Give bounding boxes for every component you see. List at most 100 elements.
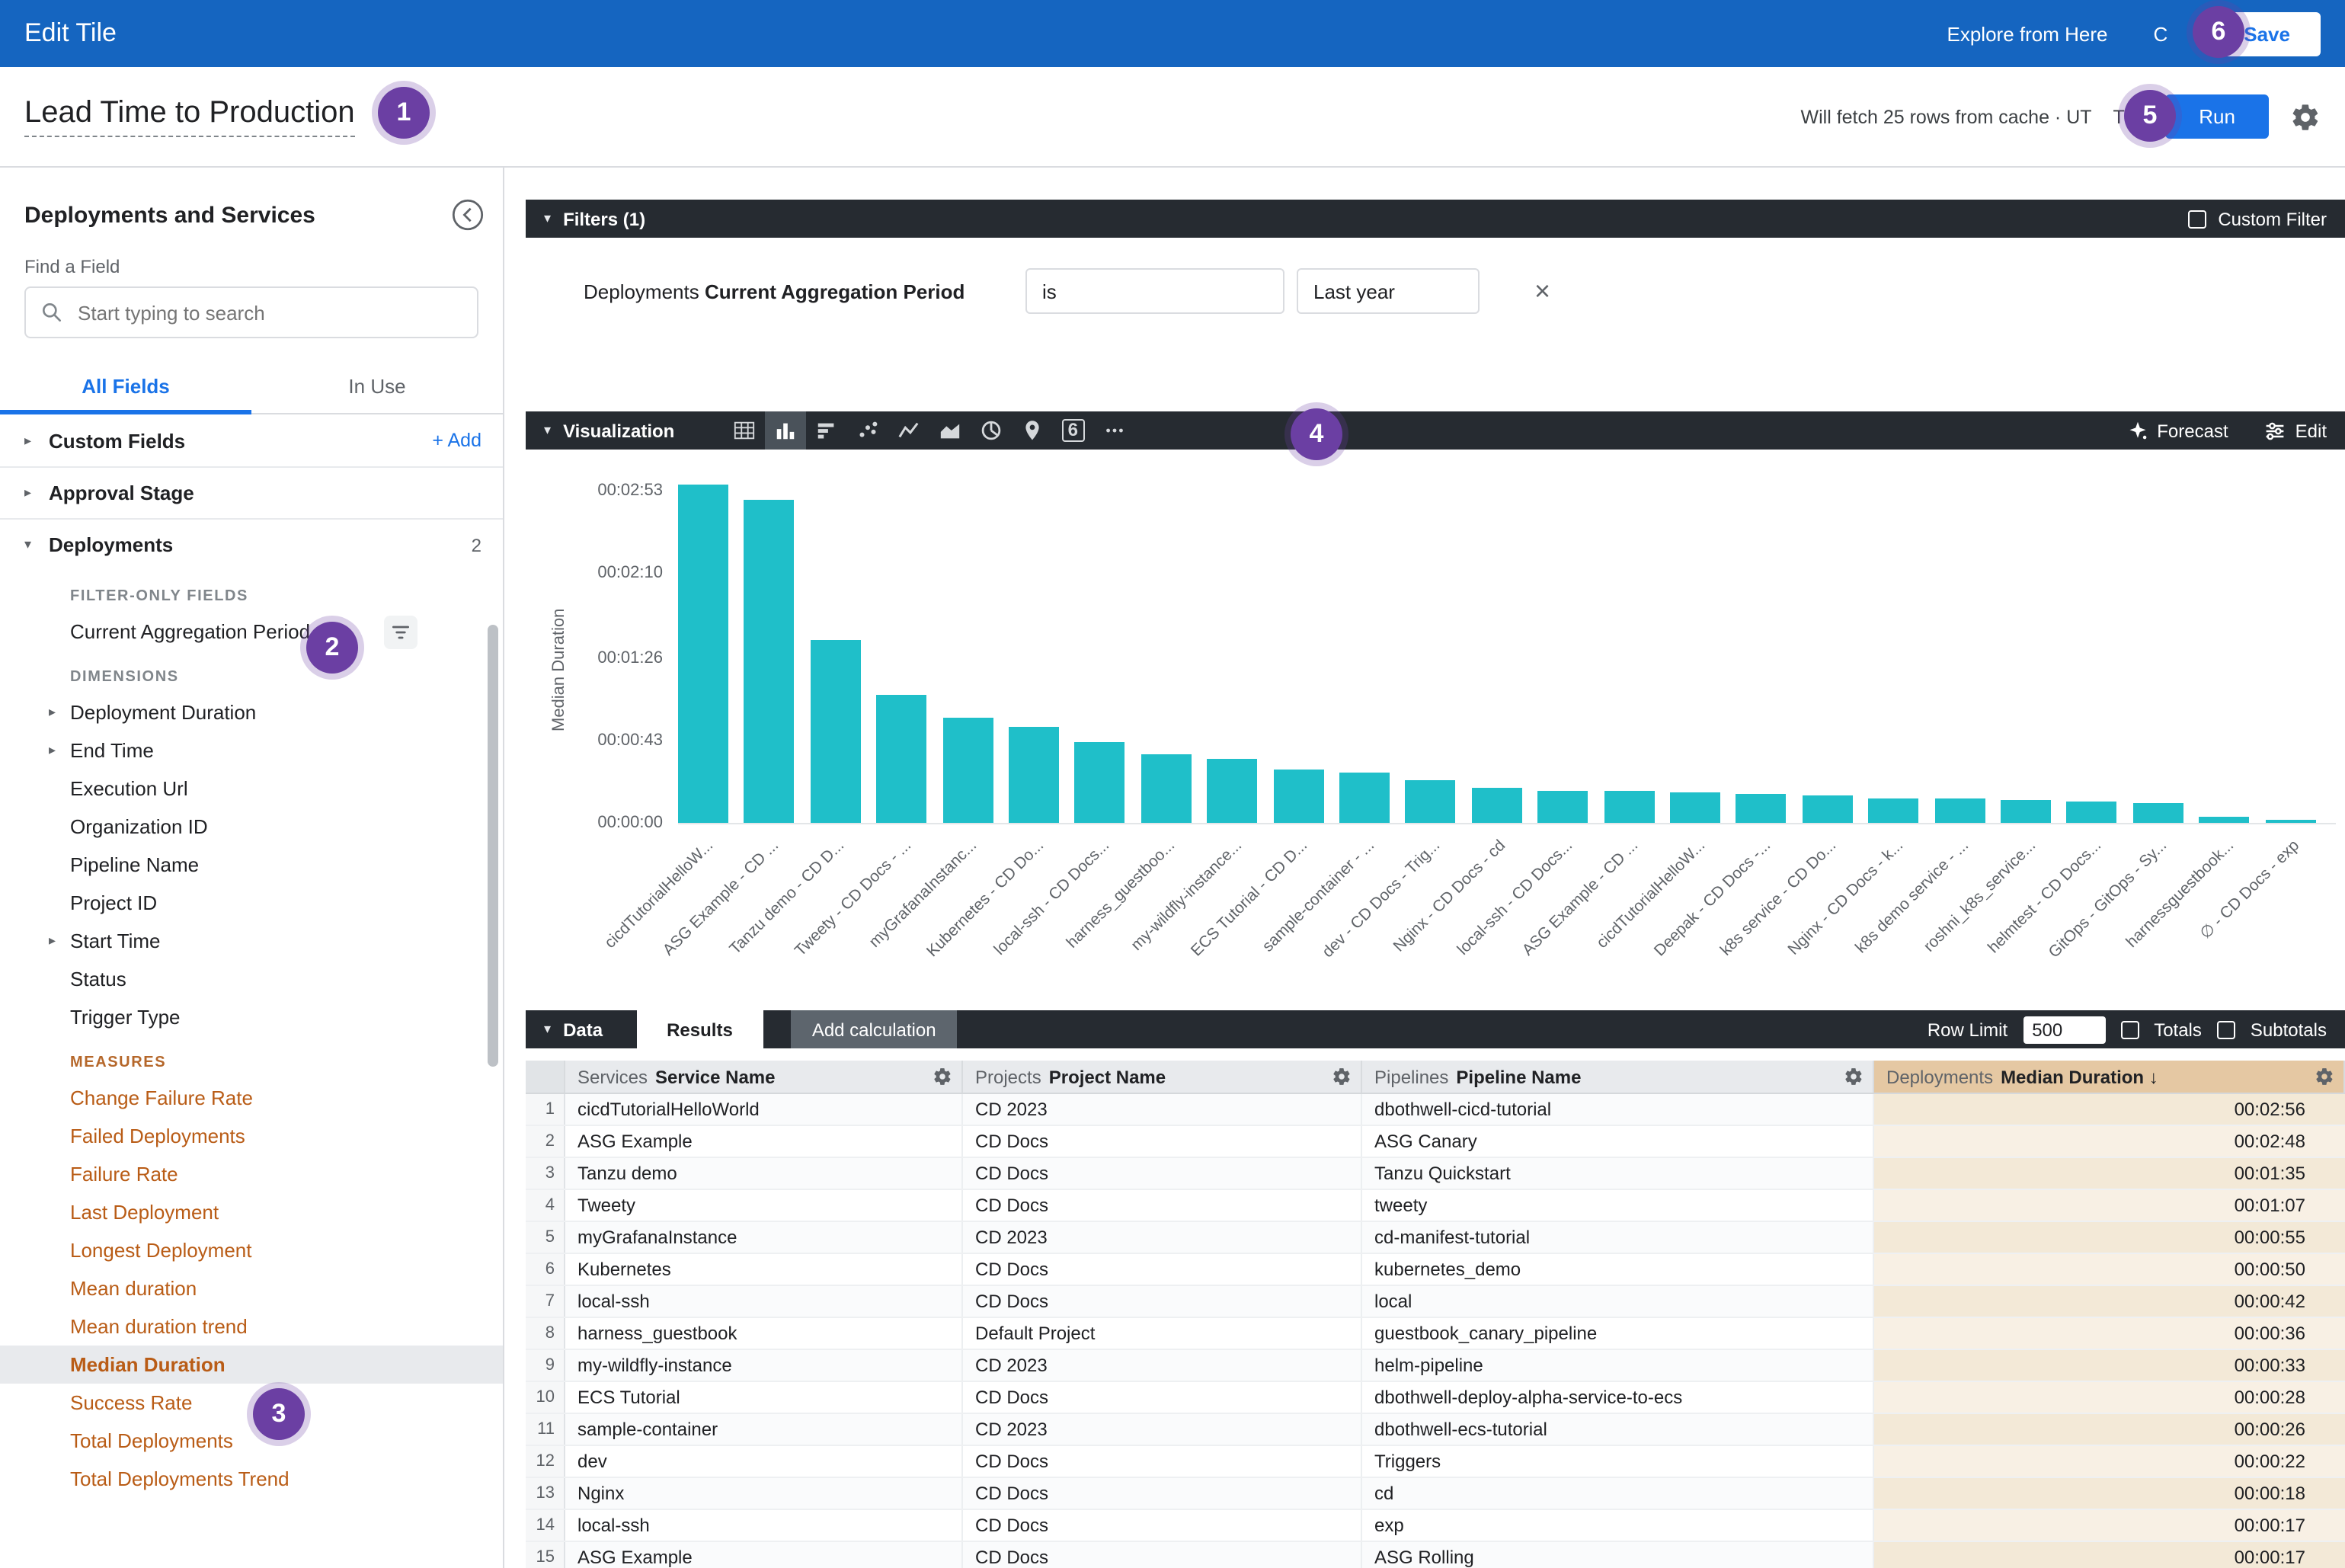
table-row[interactable]: 6KubernetesCD Docskubernetes_demo00:00:5… xyxy=(526,1254,2345,1286)
tab-in-use[interactable]: In Use xyxy=(251,360,503,413)
table-row[interactable]: 8harness_guestbookDefault Projectguestbo… xyxy=(526,1318,2345,1350)
sidebar-item-execution-url[interactable]: Execution Url xyxy=(0,770,503,808)
add-calculation-button[interactable]: Add calculation xyxy=(791,1010,958,1048)
column-header-service-name[interactable]: ServicesService Name xyxy=(565,1061,963,1093)
chart-bar[interactable] xyxy=(1339,773,1390,823)
filter-by-field-icon[interactable] xyxy=(383,615,417,648)
column-gear-icon[interactable] xyxy=(1332,1067,1352,1086)
sidebar-item-end-time[interactable]: ▸End Time xyxy=(0,731,503,770)
cancel-button[interactable]: C xyxy=(2153,22,2167,45)
sidebar-item-organization-id[interactable]: Organization ID xyxy=(0,808,503,846)
chart-bar[interactable] xyxy=(1736,794,1787,823)
sidebar-item-status[interactable]: Status xyxy=(0,960,503,998)
sidebar-item-last-deployment[interactable]: Last Deployment xyxy=(0,1193,503,1231)
area-chart-icon[interactable] xyxy=(929,411,970,450)
results-tab[interactable]: Results xyxy=(636,1010,763,1048)
chart-bar[interactable] xyxy=(1009,727,1059,823)
field-search-input[interactable] xyxy=(24,286,478,338)
chart-bar[interactable] xyxy=(1868,798,1918,823)
sidebar-item-mean-duration-trend[interactable]: Mean duration trend xyxy=(0,1307,503,1346)
column-header-median-duration[interactable]: DeploymentsMedian Duration ↓ xyxy=(1874,1061,2345,1093)
chart-bar[interactable] xyxy=(678,485,728,823)
more-icon[interactable] xyxy=(1093,411,1134,450)
tile-title-input[interactable]: Lead Time to Production xyxy=(24,96,355,137)
chevron-right-icon[interactable]: ▸ xyxy=(24,485,49,501)
sidebar-group-approval-stage[interactable]: ▸Approval Stage xyxy=(0,466,503,518)
collapse-sidebar-icon[interactable] xyxy=(451,198,485,232)
table-row[interactable]: 9my-wildfly-instanceCD 2023helm-pipeline… xyxy=(526,1350,2345,1382)
chart-bar[interactable] xyxy=(1406,781,1456,823)
table-row[interactable]: 12devCD DocsTriggers00:00:22 xyxy=(526,1446,2345,1478)
viz-collapse-caret[interactable]: ▾ xyxy=(544,422,551,439)
tab-all-fields[interactable]: All Fields xyxy=(0,360,251,413)
column-gear-icon[interactable] xyxy=(1844,1067,1864,1086)
chart-bar[interactable] xyxy=(1141,754,1192,823)
line-chart-icon[interactable] xyxy=(888,411,929,450)
chart-bar[interactable] xyxy=(2067,802,2117,823)
table-row[interactable]: 4TweetyCD Docstweety00:01:07 xyxy=(526,1190,2345,1222)
chart-bar[interactable] xyxy=(1670,792,1720,823)
chart-bar[interactable] xyxy=(744,501,795,823)
table-row[interactable]: 14local-sshCD Docsexp00:00:17 xyxy=(526,1510,2345,1542)
column-gear-icon[interactable] xyxy=(933,1067,952,1086)
bar-chart-icon[interactable] xyxy=(805,411,846,450)
forecast-button[interactable]: Forecast xyxy=(2126,420,2228,441)
totals-checkbox[interactable] xyxy=(2120,1020,2139,1038)
remove-filter-icon[interactable]: × xyxy=(1534,277,1550,305)
chart-bar[interactable] xyxy=(811,641,861,823)
table-row[interactable]: 11sample-containerCD 2023dbothwell-ecs-t… xyxy=(526,1414,2345,1446)
sidebar-item-mean-duration[interactable]: Mean duration xyxy=(0,1269,503,1307)
settings-gear-icon[interactable] xyxy=(2290,101,2321,132)
run-button[interactable]: Run xyxy=(2165,94,2269,139)
chart-bar[interactable] xyxy=(2265,819,2315,823)
table-row[interactable]: 13NginxCD Docscd00:00:18 xyxy=(526,1478,2345,1510)
sidebar-item-longest-deployment[interactable]: Longest Deployment xyxy=(0,1231,503,1269)
table-row[interactable]: 15ASG ExampleCD DocsASG Rolling00:00:17 xyxy=(526,1542,2345,1568)
chevron-right-icon[interactable]: ▸ xyxy=(24,432,49,449)
chart-bar[interactable] xyxy=(1803,796,1853,823)
sidebar-item-total-deployments[interactable]: Total Deployments xyxy=(0,1422,503,1460)
sidebar-item-total-deployments-trend[interactable]: Total Deployments Trend xyxy=(0,1460,503,1498)
sidebar-item-start-time[interactable]: ▸Start Time xyxy=(0,922,503,960)
sidebar-item-success-rate[interactable]: Success Rate xyxy=(0,1384,503,1422)
scatter-icon[interactable] xyxy=(846,411,888,450)
table-icon[interactable] xyxy=(723,411,764,450)
custom-filter-checkbox[interactable] xyxy=(2187,210,2206,228)
pie-chart-icon[interactable] xyxy=(970,411,1011,450)
table-row[interactable]: 2ASG ExampleCD DocsASG Canary00:02:48 xyxy=(526,1126,2345,1158)
table-row[interactable]: 3Tanzu demoCD DocsTanzu Quickstart00:01:… xyxy=(526,1158,2345,1190)
chart-bar[interactable] xyxy=(942,717,993,823)
row-limit-input[interactable] xyxy=(2023,1016,2105,1043)
chart-bar[interactable] xyxy=(1273,769,1323,823)
table-row[interactable]: 5myGrafanaInstanceCD 2023cd-manifest-tut… xyxy=(526,1222,2345,1254)
sidebar-item-current-aggregation-period[interactable]: Current Aggregation Period xyxy=(0,613,503,651)
sidebar-item-pipeline-name[interactable]: Pipeline Name xyxy=(0,846,503,884)
chart-bar[interactable] xyxy=(1472,789,1522,823)
sidebar-item-change-failure-rate[interactable]: Change Failure Rate xyxy=(0,1079,503,1117)
chart-bar[interactable] xyxy=(1537,790,1588,823)
chevron-down-icon[interactable]: ▾ xyxy=(24,536,49,553)
sidebar-scrollbar[interactable] xyxy=(488,625,498,1067)
subtotals-checkbox[interactable] xyxy=(2217,1020,2235,1038)
table-row[interactable]: 7local-sshCD Docslocal00:00:42 xyxy=(526,1286,2345,1318)
column-header-pipeline-name[interactable]: PipelinesPipeline Name xyxy=(1362,1061,1874,1093)
sidebar-group-custom-fields[interactable]: ▸Custom Fields+ Add xyxy=(0,414,503,466)
sidebar-item-failure-rate[interactable]: Failure Rate xyxy=(0,1155,503,1193)
filters-collapse-caret[interactable]: ▾ xyxy=(544,210,551,227)
sidebar-item-median-duration[interactable]: Median Duration xyxy=(0,1346,503,1384)
chart-bar[interactable] xyxy=(2001,800,2051,823)
chart-bar[interactable] xyxy=(2133,804,2183,823)
table-row[interactable]: 10ECS TutorialCD Docsdbothwell-deploy-al… xyxy=(526,1382,2345,1414)
sidebar-item-trigger-type[interactable]: Trigger Type xyxy=(0,998,503,1036)
chart-bar[interactable] xyxy=(1207,760,1257,823)
chart-bar[interactable] xyxy=(1604,790,1654,823)
filter-operator-select[interactable]: is xyxy=(1025,268,1284,314)
single-value-icon[interactable]: 6 xyxy=(1052,411,1093,450)
sidebar-group-deployments[interactable]: ▾Deployments2 xyxy=(0,518,503,570)
chart-bar[interactable] xyxy=(2199,817,2249,823)
data-collapse-caret[interactable]: ▾ xyxy=(544,1021,551,1038)
column-gear-icon[interactable] xyxy=(2315,1067,2334,1086)
filter-value-select[interactable]: Last year xyxy=(1297,268,1480,314)
sidebar-item-project-id[interactable]: Project ID xyxy=(0,884,503,922)
chart-bar[interactable] xyxy=(1075,742,1125,823)
